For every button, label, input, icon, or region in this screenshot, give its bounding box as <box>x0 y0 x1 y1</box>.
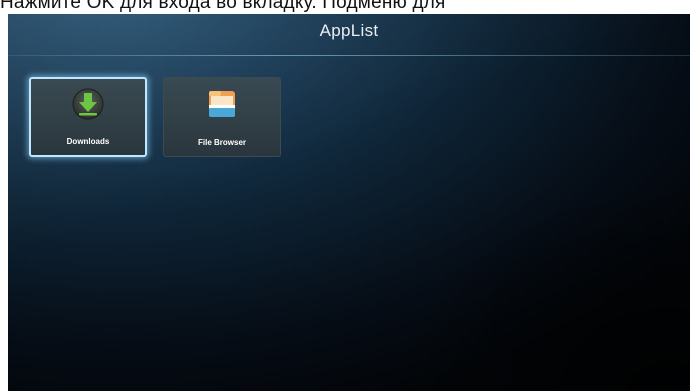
folder-icon <box>204 85 240 121</box>
app-tile-file-browser[interactable]: File Browser <box>163 77 281 157</box>
app-label-downloads: Downloads <box>66 137 110 146</box>
applist-screen: AppList Downloads File Browser <box>8 14 690 391</box>
app-label-file-browser: File Browser <box>197 138 246 147</box>
download-icon <box>70 86 106 122</box>
page-title: AppList <box>319 21 379 40</box>
caption-strip: Нажмите OK для входа во вкладку. Подменю… <box>0 0 690 14</box>
caption-text: Нажмите OK для входа во вкладку. Подменю… <box>0 0 446 13</box>
header-divider <box>8 55 690 56</box>
app-tile-downloads[interactable]: Downloads <box>29 77 147 157</box>
